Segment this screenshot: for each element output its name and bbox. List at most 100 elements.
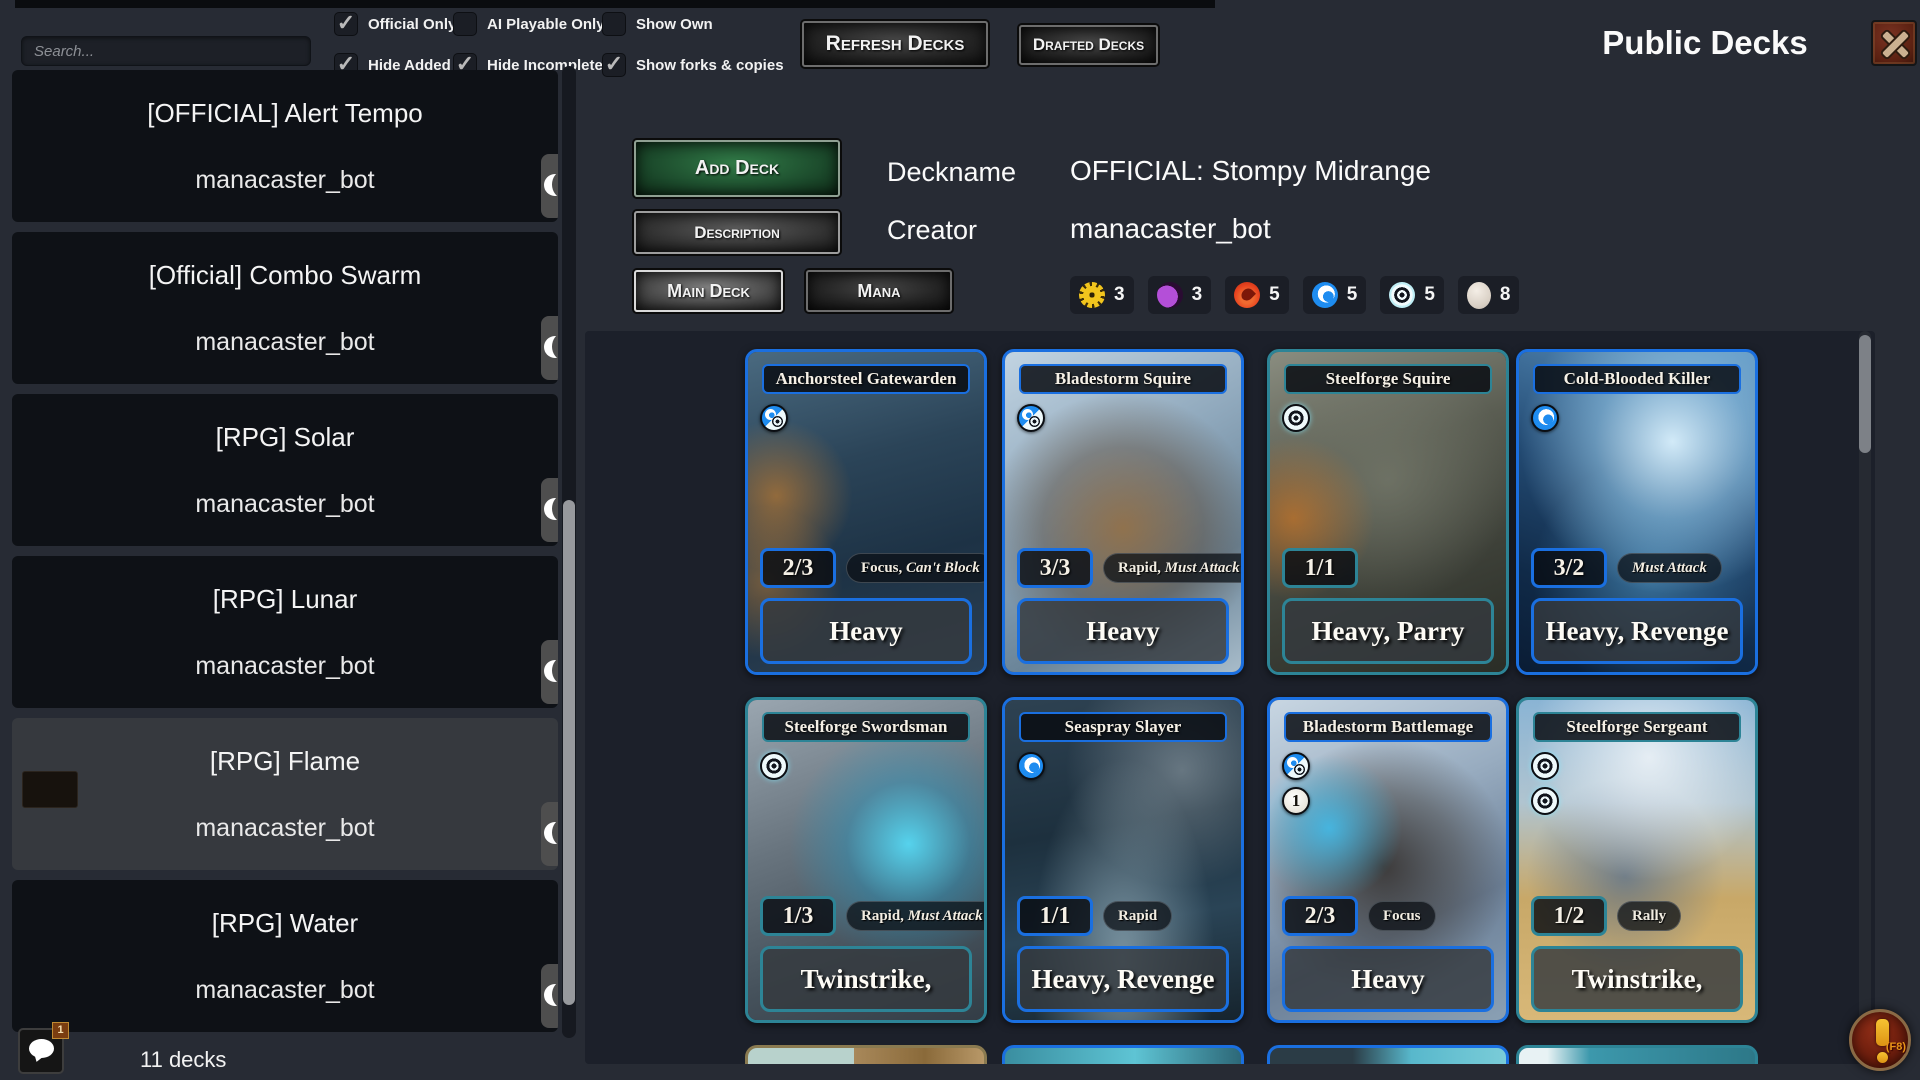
checkbox-official-only[interactable]: ✓ — [334, 12, 358, 36]
card-title: Steelforge Squire — [1284, 364, 1492, 394]
crescent-icon — [544, 660, 558, 682]
checkbox-column: Show Own ✓ Show forks & copies — [602, 12, 784, 77]
sidebar-scrollbar-track[interactable] — [562, 66, 576, 1038]
partial-card[interactable] — [1002, 1045, 1244, 1064]
filter-show-own[interactable]: Show Own — [602, 12, 784, 36]
deck-list-item-rpg-lunar[interactable]: [RPG] Lunarmanacaster_bot — [12, 556, 558, 708]
card-keywords: Focus, Can't Block — [846, 553, 987, 583]
chat-button[interactable]: 1 — [18, 1028, 64, 1074]
deck-list-item-rpg-solar[interactable]: [RPG] Solarmanacaster_bot — [12, 394, 558, 546]
deck-item-side-button[interactable] — [541, 478, 558, 542]
partial-card[interactable] — [745, 1045, 987, 1064]
creator-label: Creator — [887, 215, 977, 246]
card-stats: 1/2 — [1531, 896, 1607, 936]
deck-list-item-rpg-water[interactable]: [RPG] Watermanacaster_bot — [12, 880, 558, 1032]
card-seaspray-slayer[interactable]: Seaspray Slayer1/1RapidHeavy, Revenge — [1002, 697, 1244, 1023]
checkbox-show-forks-copies[interactable]: ✓ — [602, 53, 626, 77]
crescent-icon — [544, 174, 558, 196]
deck-item-side-button[interactable] — [541, 802, 558, 866]
checkbox-show-own[interactable] — [602, 12, 626, 36]
page-title: Public Decks — [1580, 24, 1830, 62]
close-button[interactable] — [1871, 20, 1917, 66]
deck-list-item-rpg-flame[interactable]: [RPG] Flamemanacaster_bot — [12, 718, 558, 870]
card-keywords: Must Attack — [1617, 553, 1722, 583]
refresh-decks-button[interactable]: Refresh Decks — [802, 21, 988, 67]
cards-scrollbar-track[interactable] — [1859, 331, 1871, 1064]
card-costs — [1017, 404, 1045, 432]
card-stats: 3/2 — [1531, 548, 1607, 588]
deck-creator: manacaster_bot — [12, 328, 558, 357]
deck-item-side-button[interactable] — [541, 640, 558, 704]
card-stats: 2/3 — [1282, 896, 1358, 936]
card-ability: Heavy, Revenge — [1531, 598, 1743, 664]
deck-name: [RPG] Lunar — [12, 584, 558, 615]
filter-show-forks-copies[interactable]: ✓ Show forks & copies — [602, 53, 784, 77]
mana-summary: 335558 — [1070, 276, 1519, 314]
checkbox-column: AI Playable Only✓Hide Incomplete — [453, 12, 605, 77]
deck-creator: manacaster_bot — [12, 166, 558, 195]
checkbox-label: Show Own — [636, 16, 713, 33]
card-bladestorm-battlemage[interactable]: Bladestorm Battlemage12/3FocusHeavy — [1267, 697, 1509, 1023]
drafted-decks-button[interactable]: Drafted Decks — [1019, 25, 1158, 65]
crescent-icon — [544, 336, 558, 358]
checkbox-ai-playable-only[interactable] — [453, 12, 477, 36]
cards-scrollbar-thumb[interactable] — [1859, 335, 1871, 453]
keyword: Must Attack — [1165, 560, 1240, 576]
chat-badge: 1 — [52, 1022, 69, 1039]
card-costs — [1531, 404, 1559, 432]
card-cold-blooded-killer[interactable]: Cold-Blooded Killer3/2Must AttackHeavy, … — [1516, 349, 1758, 675]
add-deck-button[interactable]: Add Deck — [634, 140, 840, 197]
checkbox-label: AI Playable Only — [487, 16, 605, 33]
chat-bubble-icon — [29, 1039, 54, 1058]
flame-glyph — [1239, 286, 1256, 303]
description-button[interactable]: Description — [634, 211, 840, 254]
water-mana-icon — [1312, 282, 1338, 308]
deck-list-item-official-combo-swarm[interactable]: [Official] Combo Swarmmanacaster_bot — [12, 232, 558, 384]
checkbox-column: ✓Official Only✓Hide Added — [334, 12, 456, 77]
card-anchorsteel-gatewarden[interactable]: Anchorsteel Gatewarden2/3Focus, Can't Bl… — [745, 349, 987, 675]
card-stats: 2/3 — [760, 548, 836, 588]
card-keywords: Rally — [1617, 901, 1681, 931]
deck-name: [RPG] Flame — [12, 746, 558, 777]
mana-cost-steel-icon — [1531, 787, 1559, 815]
search-input[interactable] — [21, 36, 311, 66]
card-title: Bladestorm Squire — [1019, 364, 1227, 394]
card-bladestorm-squire[interactable]: Bladestorm Squire3/3Rapid, Must AttackHe… — [1002, 349, 1244, 675]
mana-count: 3 — [1192, 284, 1203, 306]
keyword: Must Attack — [1632, 560, 1707, 576]
mana-tab[interactable]: Mana — [806, 270, 952, 312]
warning-hotkey-label: (F8) — [1886, 1041, 1906, 1053]
deck-item-side-button[interactable] — [541, 154, 558, 218]
crescent-icon — [544, 822, 558, 844]
deck-list-item-official-alert-tempo[interactable]: [OFFICIAL] Alert Tempomanacaster_bot — [12, 70, 558, 222]
deck-item-side-button[interactable] — [541, 316, 558, 380]
mana-cost-generic-icon: 1 — [1282, 787, 1310, 815]
neutral-mana-icon — [1467, 282, 1491, 309]
solar-mana-icon — [1079, 282, 1105, 308]
mana-count: 5 — [1269, 284, 1280, 306]
mana-cost-water-steel-icon — [1282, 752, 1310, 780]
card-ability: Heavy — [760, 598, 972, 664]
mana-pill-steel: 5 — [1380, 276, 1444, 314]
card-steelforge-sergeant[interactable]: Steelforge Sergeant1/2RallyTwinstrike, H… — [1516, 697, 1758, 1023]
card-grid: Anchorsteel Gatewarden2/3Focus, Can't Bl… — [585, 331, 1875, 1064]
partial-card[interactable] — [1267, 1045, 1509, 1064]
sidebar-scrollbar-thumb[interactable] — [563, 500, 575, 1005]
keyword: Rapid, — [1118, 560, 1165, 576]
keyword: Focus — [1383, 908, 1421, 924]
warning-button[interactable]: (F8) — [1849, 1009, 1911, 1071]
card-steelforge-swordsman[interactable]: Steelforge Swordsman1/3Rapid, Must Attac… — [745, 697, 987, 1023]
main-deck-tab[interactable]: Main Deck — [634, 270, 783, 312]
checkbox-label: Show forks & copies — [636, 57, 784, 74]
card-ability: Heavy, Parry — [1282, 598, 1494, 664]
crescent-icon — [544, 984, 558, 1006]
filter-ai-playable-only[interactable]: AI Playable Only — [453, 12, 605, 36]
deck-name: [RPG] Water — [12, 908, 558, 939]
deck-item-side-button[interactable] — [541, 964, 558, 1028]
filter-official-only[interactable]: ✓Official Only — [334, 12, 456, 36]
mana-cost-steel-icon — [1282, 404, 1310, 432]
partial-card[interactable] — [1516, 1045, 1758, 1064]
keyword: Can't Block — [906, 560, 980, 576]
mana-cost-steel-icon — [760, 752, 788, 780]
card-steelforge-squire[interactable]: Steelforge Squire1/1Heavy, Parry — [1267, 349, 1509, 675]
